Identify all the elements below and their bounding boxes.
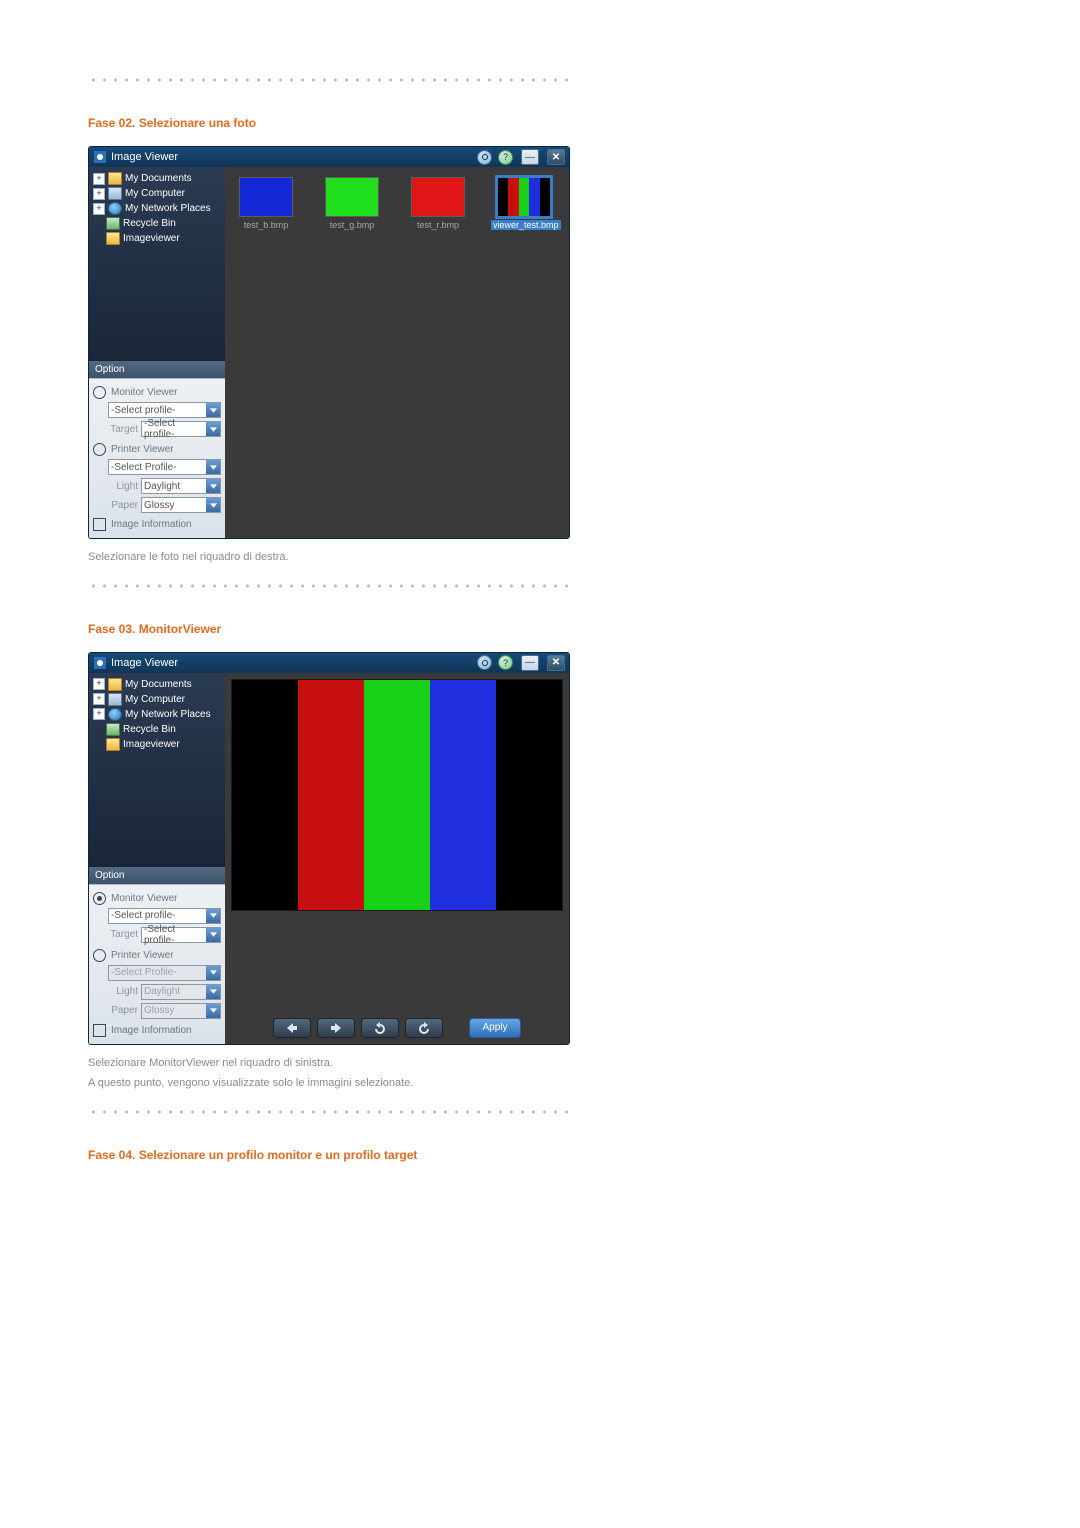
section-02-caption: Selezionare le foto nel riquadro di dest… [88, 549, 1080, 566]
settings-icon[interactable] [477, 150, 492, 165]
computer-icon [108, 693, 122, 706]
tree-my-computer[interactable]: +My Computer [93, 186, 221, 201]
folder-tree[interactable]: +My Documents +My Computer +My Network P… [89, 167, 225, 361]
chevron-down-icon [206, 422, 220, 436]
printer-profile-select[interactable]: -Select Profile- [108, 459, 221, 475]
folder-tree[interactable]: +My Documents +My Computer +My Network P… [89, 673, 225, 867]
image-viewer-window-preview: Image Viewer ? — ✕ +My Documents +My Com… [88, 652, 570, 1045]
section-03-title: Fase 03. MonitorViewer [88, 622, 1080, 636]
monitor-profile-select[interactable]: -Select profile- [108, 402, 221, 418]
light-label: Light [108, 986, 138, 997]
target-profile-select[interactable]: -Select profile- [141, 421, 221, 437]
option-panel: Monitor Viewer -Select profile- Target -… [89, 378, 225, 538]
paper-select-disabled: Glossy [141, 1003, 221, 1019]
thumbnail-grid: test_b.bmp test_g.bmp test_r.bmp viewer_… [225, 167, 569, 241]
chevron-down-icon [206, 498, 220, 512]
paper-label: Paper [108, 1005, 138, 1016]
color-bars-icon [498, 178, 550, 216]
settings-icon[interactable] [477, 655, 492, 670]
option-header: Option [89, 867, 225, 884]
rotate-right-button[interactable] [405, 1018, 443, 1038]
tree-imageviewer[interactable]: Imageviewer [93, 737, 221, 752]
chevron-down-icon [206, 403, 220, 417]
preview-toolbar: Apply [225, 1018, 569, 1038]
computer-icon [108, 187, 122, 200]
monitor-profile-select[interactable]: -Select profile- [108, 908, 221, 924]
tree-my-documents[interactable]: +My Documents [93, 677, 221, 692]
divider [88, 584, 568, 588]
folder-icon [106, 738, 120, 751]
thumb-viewer-test-selected[interactable]: viewer_test.bmp [491, 177, 557, 231]
tree-my-computer[interactable]: +My Computer [93, 692, 221, 707]
folder-icon [108, 172, 122, 185]
monitor-viewer-radio[interactable]: Monitor Viewer [93, 386, 221, 399]
app-title: Image Viewer [111, 657, 178, 669]
divider [88, 78, 568, 82]
tree-network-places[interactable]: +My Network Places [93, 707, 221, 722]
tree-imageviewer[interactable]: Imageviewer [93, 231, 221, 246]
close-button[interactable]: ✕ [547, 149, 565, 165]
image-viewer-window-thumbs: Image Viewer ? — ✕ +My Documents +My Com… [88, 146, 570, 539]
color-bars-icon [232, 680, 562, 910]
paper-label: Paper [108, 500, 138, 511]
image-information-check[interactable]: Image Information [93, 518, 221, 531]
image-information-check[interactable]: Image Information [93, 1024, 221, 1037]
section-04-title: Fase 04. Selezionare un profilo monitor … [88, 1148, 1080, 1162]
recycle-icon [106, 217, 120, 230]
divider [88, 1110, 568, 1114]
close-button[interactable]: ✕ [547, 655, 565, 671]
thumb-test-g[interactable]: test_g.bmp [319, 177, 385, 231]
chevron-down-icon [206, 460, 220, 474]
app-icon [94, 151, 106, 163]
target-label: Target [108, 929, 138, 940]
chevron-down-icon [206, 985, 220, 999]
chevron-down-icon [206, 479, 220, 493]
section-03-caption-2: A questo punto, vengono visualizzate sol… [88, 1075, 1080, 1092]
printer-profile-select-disabled: -Select Profile- [108, 965, 221, 981]
titlebar[interactable]: Image Viewer ? — ✕ [89, 653, 569, 673]
chevron-down-icon [206, 909, 220, 923]
chevron-down-icon [206, 1004, 220, 1018]
tree-recycle-bin[interactable]: Recycle Bin [93, 722, 221, 737]
next-button[interactable] [317, 1018, 355, 1038]
image-preview [231, 679, 563, 911]
rotate-left-button[interactable] [361, 1018, 399, 1038]
app-icon [94, 657, 106, 669]
recycle-icon [106, 723, 120, 736]
help-icon[interactable]: ? [498, 655, 513, 670]
thumb-test-r[interactable]: test_r.bmp [405, 177, 471, 231]
tree-recycle-bin[interactable]: Recycle Bin [93, 216, 221, 231]
light-label: Light [108, 481, 138, 492]
light-select[interactable]: Daylight [141, 478, 221, 494]
target-profile-select[interactable]: -Select profile- [141, 927, 221, 943]
app-title: Image Viewer [111, 151, 178, 163]
apply-button[interactable]: Apply [469, 1018, 521, 1038]
printer-viewer-radio[interactable]: Printer Viewer [93, 949, 221, 962]
network-icon [108, 708, 122, 721]
chevron-down-icon [206, 928, 220, 942]
light-select-disabled: Daylight [141, 984, 221, 1000]
tree-my-documents[interactable]: +My Documents [93, 171, 221, 186]
folder-icon [108, 678, 122, 691]
tree-network-places[interactable]: +My Network Places [93, 201, 221, 216]
option-header: Option [89, 361, 225, 378]
prev-button[interactable] [273, 1018, 311, 1038]
target-label: Target [108, 424, 138, 435]
section-02-title: Fase 02. Selezionare una foto [88, 116, 1080, 130]
minimize-button[interactable]: — [521, 149, 539, 165]
thumb-test-b[interactable]: test_b.bmp [233, 177, 299, 231]
help-icon[interactable]: ? [498, 150, 513, 165]
section-03-caption-1: Selezionare MonitorViewer nel riquadro d… [88, 1055, 1080, 1072]
folder-icon [106, 232, 120, 245]
option-panel: Monitor Viewer -Select profile- Target -… [89, 884, 225, 1044]
titlebar[interactable]: Image Viewer ? — ✕ [89, 147, 569, 167]
minimize-button[interactable]: — [521, 655, 539, 671]
printer-viewer-radio[interactable]: Printer Viewer [93, 443, 221, 456]
monitor-viewer-radio[interactable]: Monitor Viewer [93, 892, 221, 905]
network-icon [108, 202, 122, 215]
paper-select[interactable]: Glossy [141, 497, 221, 513]
chevron-down-icon [206, 966, 220, 980]
